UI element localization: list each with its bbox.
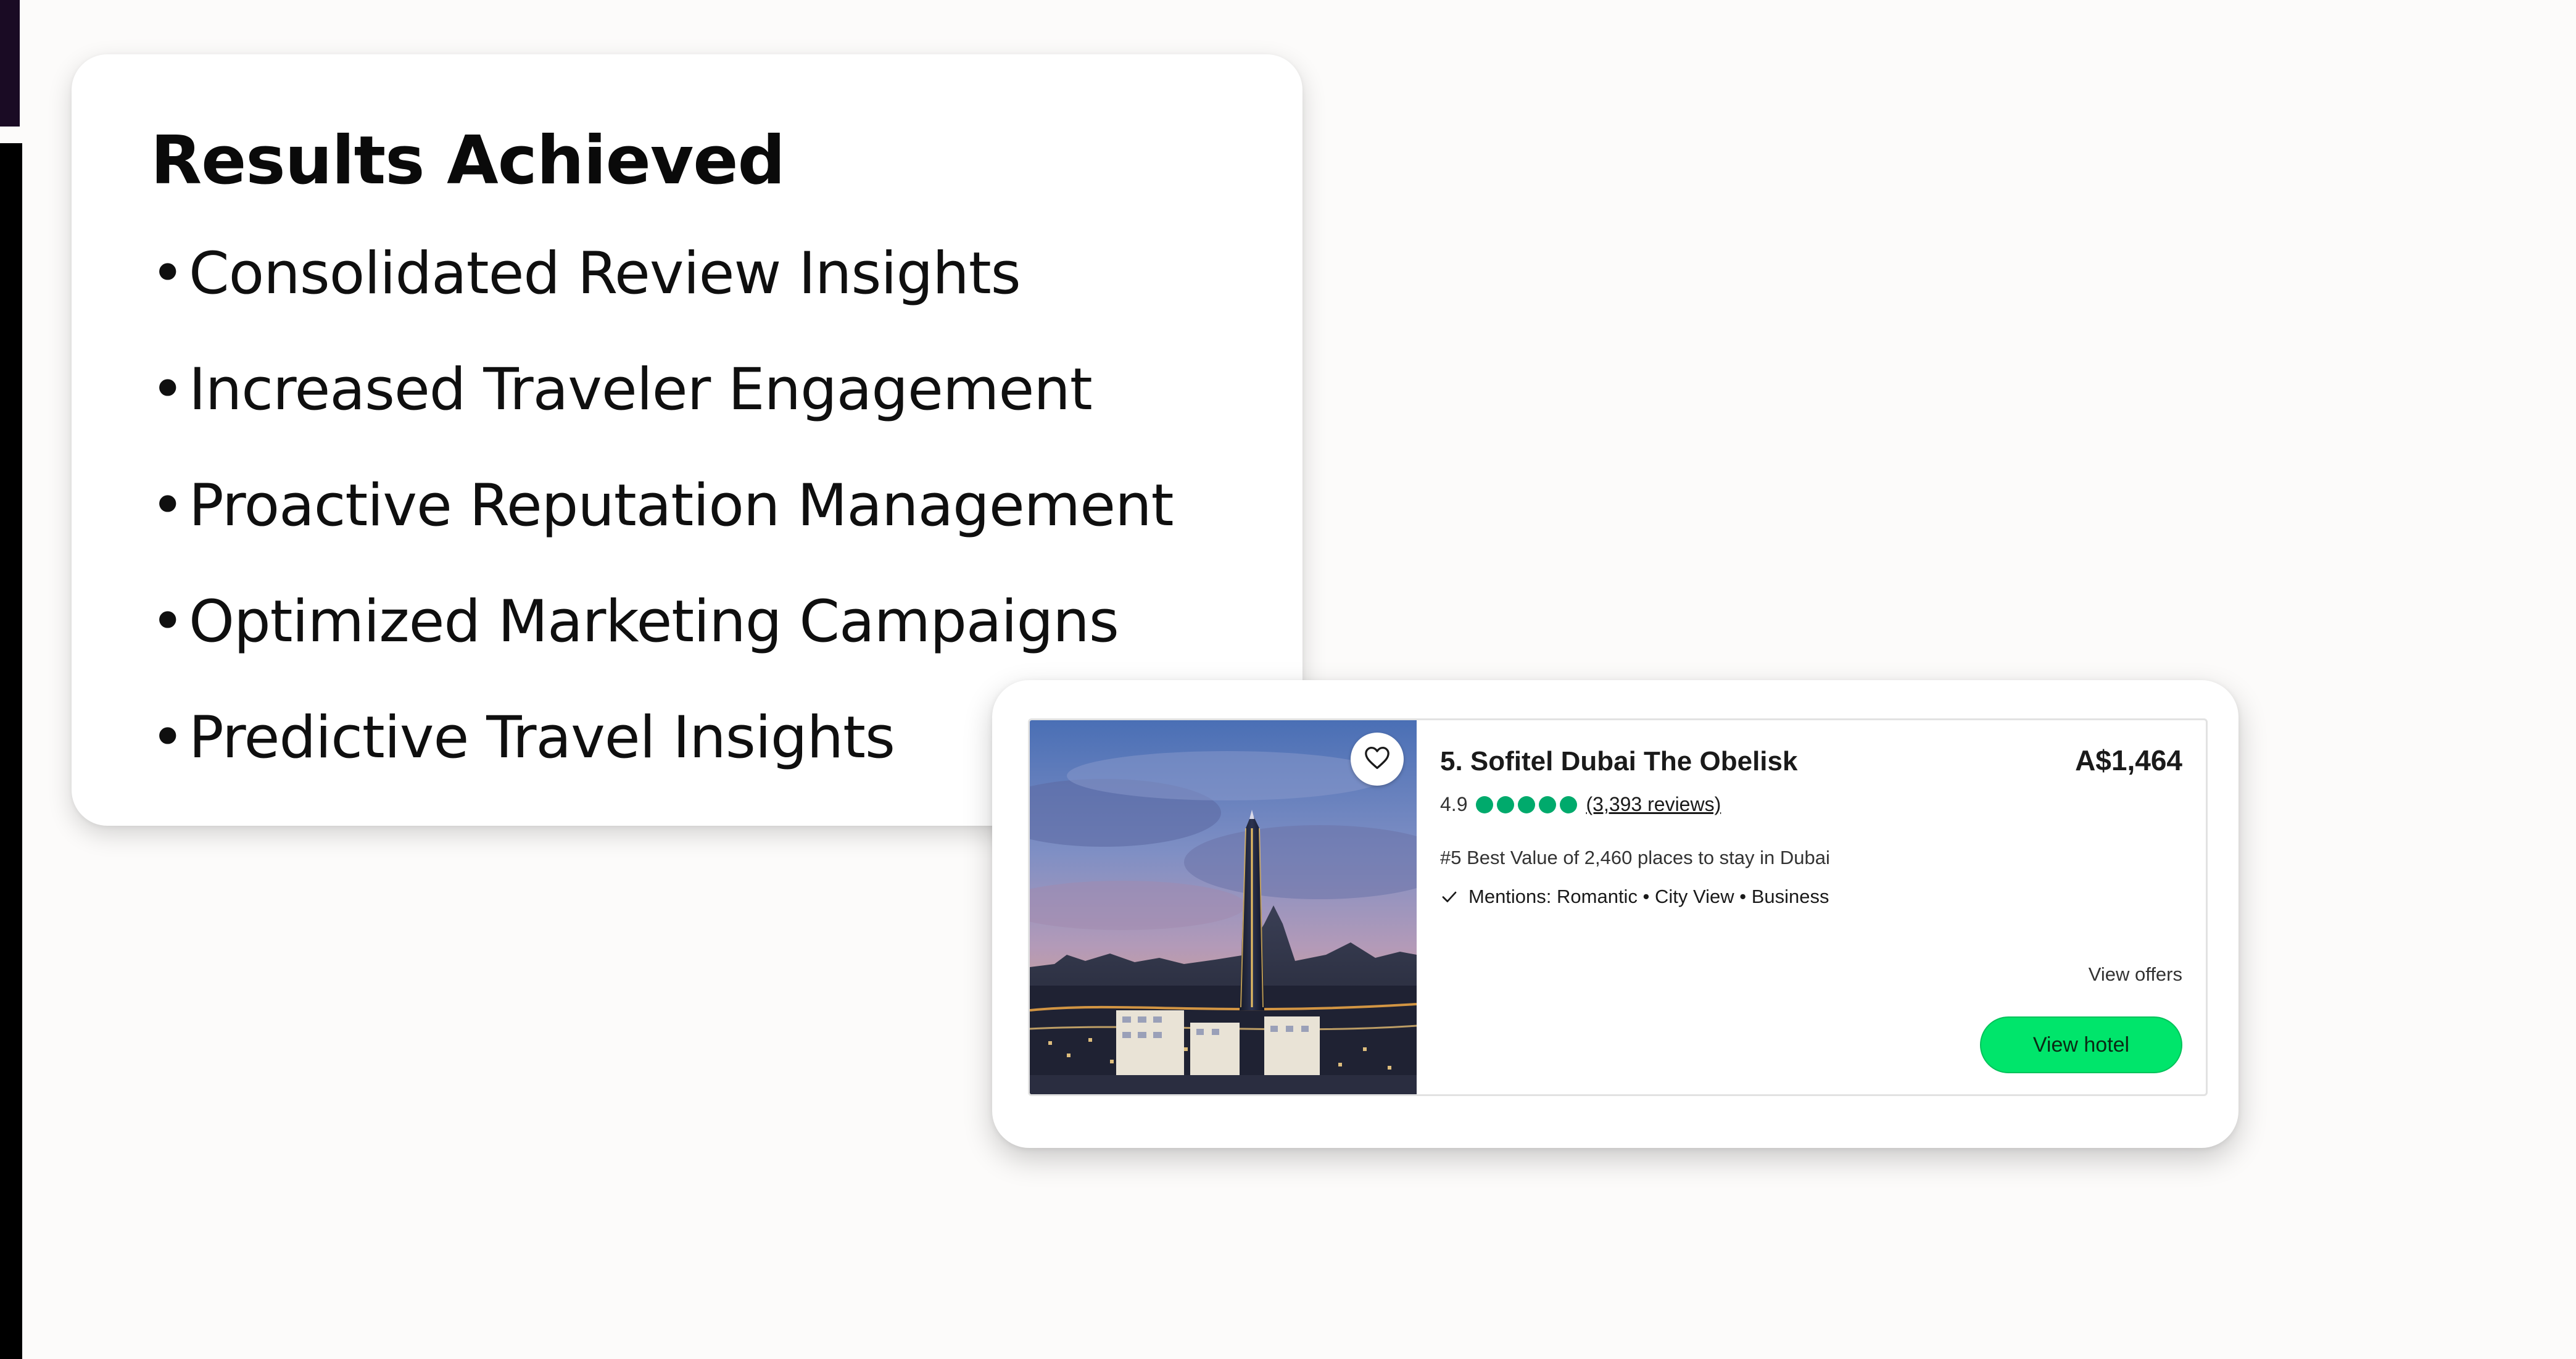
reviews-link[interactable]: (3,393 reviews) xyxy=(1586,793,1721,816)
rating-score: 4.9 xyxy=(1440,793,1468,815)
hotel-listing[interactable]: 5. Sofitel Dubai The Obelisk 4.9 (3,393 … xyxy=(1028,718,2208,1096)
bullet: • xyxy=(151,472,184,539)
ranking-text: #5 Best Value of 2,460 places to stay in… xyxy=(1440,847,1830,868)
heart-icon xyxy=(1364,746,1391,773)
view-offers-link[interactable]: View offers xyxy=(2089,963,2182,986)
rating-bubble-icon xyxy=(1518,796,1536,813)
rating-bubbles xyxy=(1476,796,1578,813)
price: A$1,464 xyxy=(2075,744,2182,776)
rating-bubble-icon xyxy=(1497,796,1515,813)
hotel-card: 5. Sofitel Dubai The Obelisk 4.9 (3,393 … xyxy=(992,680,2238,1148)
rating-bubble-icon xyxy=(1476,796,1494,813)
bullet: • xyxy=(151,704,184,771)
results-title: Results Achieved xyxy=(151,122,785,199)
rating-bubble-icon xyxy=(1560,796,1578,813)
bullet: • xyxy=(151,240,184,307)
left-edge-bar xyxy=(0,143,22,1359)
results-item: • Increased Traveler Engagement xyxy=(151,332,1174,448)
rating-row: 4.9 (3,393 reviews) xyxy=(1440,793,1721,816)
results-item-label: Consolidated Review Insights xyxy=(189,240,1021,307)
bullet: • xyxy=(151,588,184,655)
check-icon xyxy=(1440,886,1462,908)
results-item-label: Increased Traveler Engagement xyxy=(189,356,1093,423)
bullet: • xyxy=(151,356,184,423)
mentions-text: Mentions: Romantic • City View • Busines… xyxy=(1468,886,1829,907)
rating-bubble-icon xyxy=(1539,796,1557,813)
results-item-label: Proactive Reputation Management xyxy=(189,472,1174,539)
view-hotel-button[interactable]: View hotel xyxy=(1980,1016,2182,1073)
results-item: • Optimized Marketing Campaigns xyxy=(151,564,1174,680)
mentions-row: Mentions: Romantic • City View • Busines… xyxy=(1440,886,1829,908)
results-item: • Consolidated Review Insights xyxy=(151,216,1174,332)
results-item-label: Optimized Marketing Campaigns xyxy=(189,588,1119,655)
results-item-label: Predictive Travel Insights xyxy=(189,704,895,771)
save-button[interactable] xyxy=(1351,733,1404,786)
left-edge-accent xyxy=(0,0,20,127)
hotel-name-link[interactable]: 5. Sofitel Dubai The Obelisk xyxy=(1440,746,1797,777)
results-item: • Proactive Reputation Management xyxy=(151,448,1174,564)
